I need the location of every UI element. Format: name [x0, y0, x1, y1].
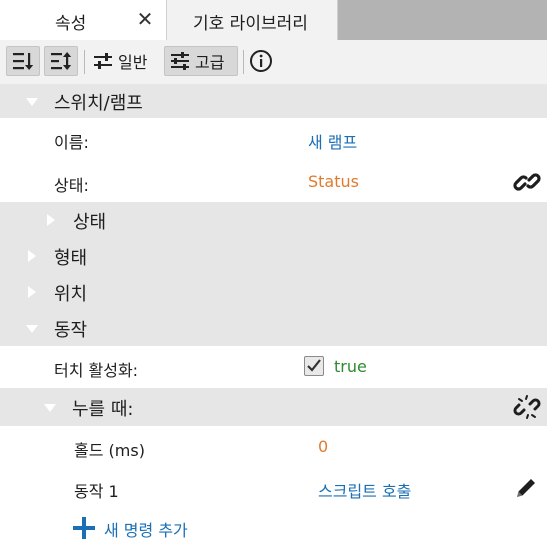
- section-title: 형태: [54, 248, 88, 269]
- property-row-touch: 터치 활성화: true: [0, 346, 547, 388]
- property-row-state: 상태: Status: [0, 160, 547, 202]
- chevron-down-icon: [44, 404, 56, 412]
- unlink-icon[interactable]: [513, 393, 541, 421]
- group-state-title: 상태: [73, 212, 107, 233]
- plus-icon: [73, 517, 95, 539]
- toolbar-divider: [84, 50, 85, 74]
- section-title: 동작: [54, 320, 88, 341]
- property-row-name: 이름: 새 램프: [0, 118, 547, 160]
- property-row-hold: 홀드 (ms) 0: [0, 426, 547, 468]
- advanced-view-button[interactable]: 고급: [164, 46, 238, 76]
- add-command-row[interactable]: 새 명령 추가: [0, 508, 547, 545]
- section-switch-lamp[interactable]: 스위치/램프: [0, 84, 547, 118]
- hold-label: 홀드 (ms): [74, 441, 145, 460]
- advanced-view-label: 고급: [195, 53, 225, 72]
- section-title: 스위치/램프: [54, 93, 143, 114]
- sort-descending-icon: [51, 52, 72, 70]
- tab-symbol-library-label: 기호 라이브러리: [193, 14, 308, 34]
- pencil-icon[interactable]: [513, 475, 539, 501]
- tab-bar: 속성 ✕ 기호 라이브러리: [0, 0, 547, 40]
- sliders-icon: [94, 53, 112, 69]
- add-command-label[interactable]: 새 명령 추가: [104, 517, 188, 541]
- link-icon[interactable]: [513, 169, 541, 195]
- group-on-press[interactable]: 누를 때:: [0, 388, 547, 426]
- chevron-down-icon: [26, 98, 38, 106]
- toolbar: 일반 고급: [0, 40, 547, 85]
- sort-ascending-icon: [13, 53, 34, 70]
- group-on-press-title: 누를 때:: [72, 399, 134, 420]
- state-label: 상태:: [54, 176, 89, 195]
- section-title: 위치: [54, 284, 88, 305]
- chevron-right-icon: [47, 214, 55, 226]
- sort-ascending-button[interactable]: [6, 46, 40, 76]
- hold-value[interactable]: 0: [318, 437, 328, 456]
- general-view-label: 일반: [118, 53, 148, 72]
- state-value[interactable]: Status: [308, 172, 359, 191]
- section-shape[interactable]: 형태: [0, 238, 547, 274]
- touch-enable-checkbox[interactable]: [304, 356, 324, 376]
- tab-properties-label: 속성: [55, 14, 87, 34]
- info-icon: [250, 50, 272, 72]
- group-state[interactable]: 상태: [0, 202, 547, 238]
- name-label: 이름:: [54, 133, 89, 152]
- section-action[interactable]: 동작: [0, 310, 547, 346]
- toolbar-divider: [243, 50, 244, 74]
- close-icon[interactable]: ✕: [136, 8, 154, 30]
- action-1-value[interactable]: 스크립트 호출: [318, 478, 411, 502]
- chevron-right-icon: [28, 250, 36, 262]
- name-value[interactable]: 새 램프: [308, 129, 357, 153]
- tab-properties[interactable]: 속성 ✕: [0, 0, 167, 40]
- touch-enable-value: true: [334, 357, 367, 376]
- checkmark-icon: [307, 359, 321, 372]
- section-position[interactable]: 위치: [0, 274, 547, 310]
- action-1-label: 동작 1: [74, 482, 119, 501]
- sort-descending-button[interactable]: [44, 46, 78, 76]
- info-button[interactable]: [247, 46, 275, 76]
- property-row-action-1: 동작 1 스크립트 호출: [0, 468, 547, 508]
- touch-enable-label: 터치 활성화:: [54, 361, 139, 380]
- general-view-button[interactable]: 일반: [88, 46, 160, 76]
- sliders-icon: [171, 52, 189, 70]
- tab-symbol-library[interactable]: 기호 라이브러리: [167, 0, 338, 40]
- chevron-right-icon: [28, 286, 36, 298]
- chevron-down-icon: [26, 325, 38, 333]
